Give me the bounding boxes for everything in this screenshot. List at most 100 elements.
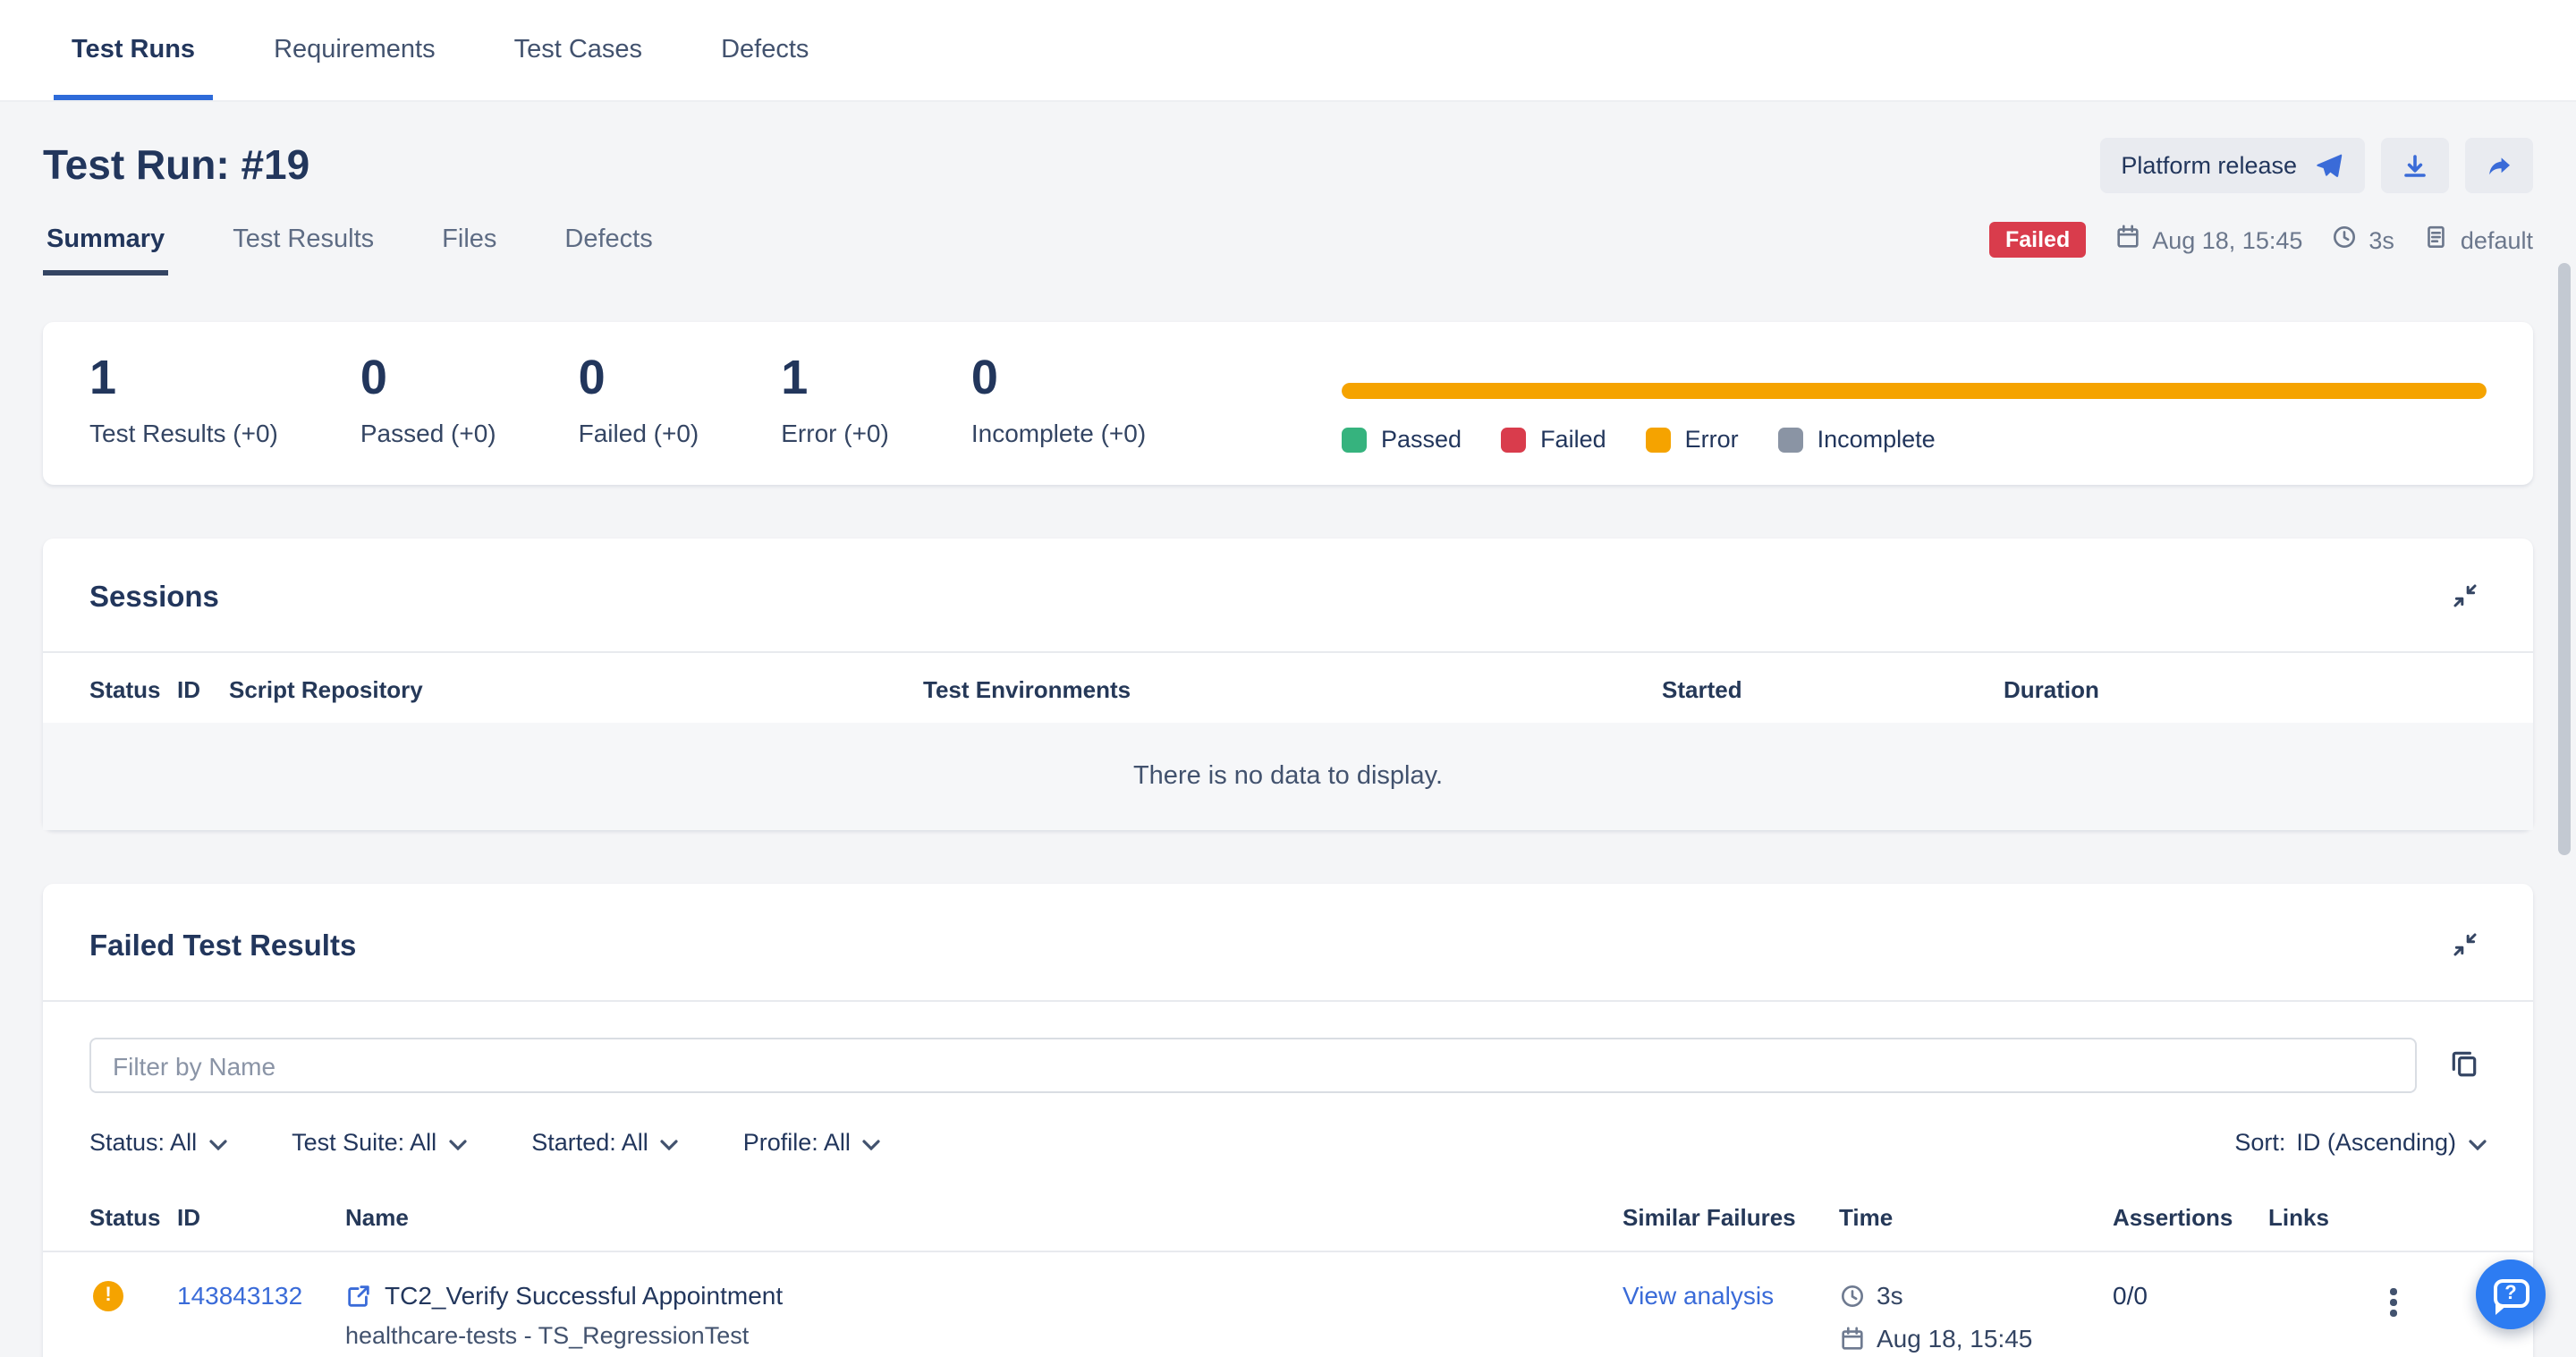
failed-results-head: Failed Test Results (43, 923, 2533, 971)
subtabs-row: Summary Test Results Files Defects Faile… (43, 222, 2533, 276)
legend-swatch-incomplete (1778, 427, 1803, 452)
results-distribution-chart: Passed Failed Error Incomplete (1342, 351, 2487, 453)
profile-filter-dropdown[interactable]: Profile: All (743, 1129, 881, 1156)
status-badge: Failed (1989, 222, 2086, 258)
row-assertions-cell: 0/0 (2113, 1281, 2268, 1310)
legend-label: Error (1685, 426, 1739, 453)
sessions-head: Sessions (43, 539, 2533, 623)
legend-passed: Passed (1342, 426, 1462, 453)
filter-by-name-input[interactable] (89, 1038, 2417, 1093)
col-links: Links (2268, 1181, 2487, 1251)
sort-label: Sort: (2234, 1129, 2285, 1156)
tab-run-defects[interactable]: Defects (561, 225, 656, 276)
stat-passed: 0 Passed (+0) (360, 351, 496, 447)
send-icon (2315, 151, 2343, 180)
header-row: Test Run: #19 Platform release (43, 138, 2533, 193)
view-analysis-link[interactable]: View analysis (1623, 1281, 1774, 1310)
sort-dropdown[interactable]: ID (Ascending) (2296, 1129, 2487, 1156)
sort-value: ID (Ascending) (2296, 1129, 2456, 1156)
primary-nav: Test Runs Requirements Test Cases Defect… (0, 0, 2576, 102)
tab-test-runs[interactable]: Test Runs (61, 0, 206, 100)
platform-release-label: Platform release (2121, 152, 2297, 179)
stat-label: Incomplete (+0) (971, 419, 1146, 447)
sessions-empty-state: There is no data to display. (43, 723, 2533, 830)
col-test-environments: Test Environments (923, 653, 1662, 723)
col-status: Status (89, 653, 177, 723)
filter-row (43, 1002, 2533, 1093)
col-id: ID (177, 653, 229, 723)
row-actions-menu-button[interactable] (2383, 1281, 2403, 1323)
col-script-repository: Script Repository (229, 653, 923, 723)
sort-control: Sort: ID (Ascending) (2234, 1129, 2487, 1156)
download-button[interactable] (2381, 138, 2449, 193)
tab-test-results[interactable]: Test Results (229, 225, 377, 276)
tab-summary[interactable]: Summary (43, 225, 168, 276)
stat-value: 0 (971, 351, 1146, 406)
page-content: Test Run: #19 Platform release (0, 138, 2576, 1357)
tab-defects[interactable]: Defects (710, 0, 819, 100)
test-suite-filter-dropdown[interactable]: Test Suite: All (292, 1129, 467, 1156)
legend-label: Incomplete (1818, 426, 1936, 453)
col-similar-failures: Similar Failures (1623, 1181, 1839, 1251)
clock-icon (2331, 224, 2358, 256)
external-link-icon[interactable] (345, 1282, 372, 1309)
stat-value: 0 (579, 351, 699, 406)
progress-bar-track (1342, 383, 2487, 399)
status-filter-dropdown[interactable]: Status: All (89, 1129, 227, 1156)
stat-error: 1 Error (+0) (781, 351, 889, 447)
col-assertions: Assertions (2113, 1181, 2268, 1251)
legend-incomplete: Incomplete (1778, 426, 1936, 453)
scrollbar[interactable] (2558, 263, 2571, 855)
test-suite-path: healthcare-tests - TS_RegressionTest (345, 1322, 1623, 1349)
col-status: Status (89, 1181, 177, 1251)
calendar-icon (1839, 1325, 1866, 1352)
chevron-down-icon (449, 1129, 467, 1156)
calendar-icon (2114, 224, 2141, 256)
tab-files[interactable]: Files (438, 225, 500, 276)
platform-release-button[interactable]: Platform release (2099, 138, 2365, 193)
col-id: ID (177, 1181, 345, 1251)
test-result-id-link[interactable]: 143843132 (177, 1281, 302, 1310)
copy-icon (2449, 1047, 2479, 1083)
error-status-icon: ! (93, 1281, 123, 1311)
page-title: Test Run: #19 (43, 141, 309, 190)
document-icon (2423, 224, 2450, 256)
legend-failed: Failed (1501, 426, 1606, 453)
run-duration: 3s (2331, 224, 2394, 256)
row-time-cell: 3s Aug 18, 15:45 (1839, 1281, 2113, 1353)
col-duration: Duration (2004, 653, 2487, 723)
stat-value: 0 (360, 351, 496, 406)
chevron-down-icon (209, 1129, 227, 1156)
share-icon (2485, 151, 2513, 180)
run-meta: Failed Aug 18, 15:45 3s (1989, 222, 2533, 276)
stat-test-results: 1 Test Results (+0) (89, 351, 278, 447)
run-date-label: Aug 18, 15:45 (2152, 226, 2302, 253)
tab-requirements[interactable]: Requirements (263, 0, 446, 100)
copy-button[interactable] (2442, 1040, 2487, 1090)
table-row: ! 143843132 TC2_Verify Successful Appoin… (43, 1252, 2533, 1357)
failed-results-title: Failed Test Results (89, 930, 356, 964)
chevron-down-icon (863, 1129, 881, 1156)
run-duration-label: 3s (2368, 226, 2394, 253)
run-date: Aug 18, 15:45 (2114, 224, 2302, 256)
progress-bar-fill (1342, 383, 2487, 399)
run-profile-label: default (2461, 226, 2533, 253)
stat-failed: 0 Failed (+0) (579, 351, 699, 447)
test-name[interactable]: TC2_Verify Successful Appointment (385, 1281, 783, 1310)
stat-incomplete: 0 Incomplete (+0) (971, 351, 1146, 447)
tab-test-cases[interactable]: Test Cases (504, 0, 653, 100)
collapse-icon (2451, 581, 2479, 615)
started-filter-dropdown[interactable]: Started: All (531, 1129, 679, 1156)
row-name-cell: TC2_Verify Successful Appointment health… (345, 1281, 1623, 1357)
run-profile: default (2423, 224, 2533, 256)
failed-results-collapse-button[interactable] (2444, 923, 2487, 971)
share-button[interactable] (2465, 138, 2533, 193)
col-time: Time (1839, 1181, 2113, 1251)
sessions-card: Sessions Status ID Script Repository Tes… (43, 539, 2533, 830)
row-status-cell: ! (89, 1281, 177, 1311)
row-similar-failures-cell: View analysis (1623, 1281, 1839, 1313)
help-chat-button[interactable]: ? (2476, 1259, 2546, 1328)
sessions-collapse-button[interactable] (2444, 574, 2487, 623)
failed-results-card: Failed Test Results Status: A (43, 884, 2533, 1357)
download-icon (2401, 151, 2429, 180)
